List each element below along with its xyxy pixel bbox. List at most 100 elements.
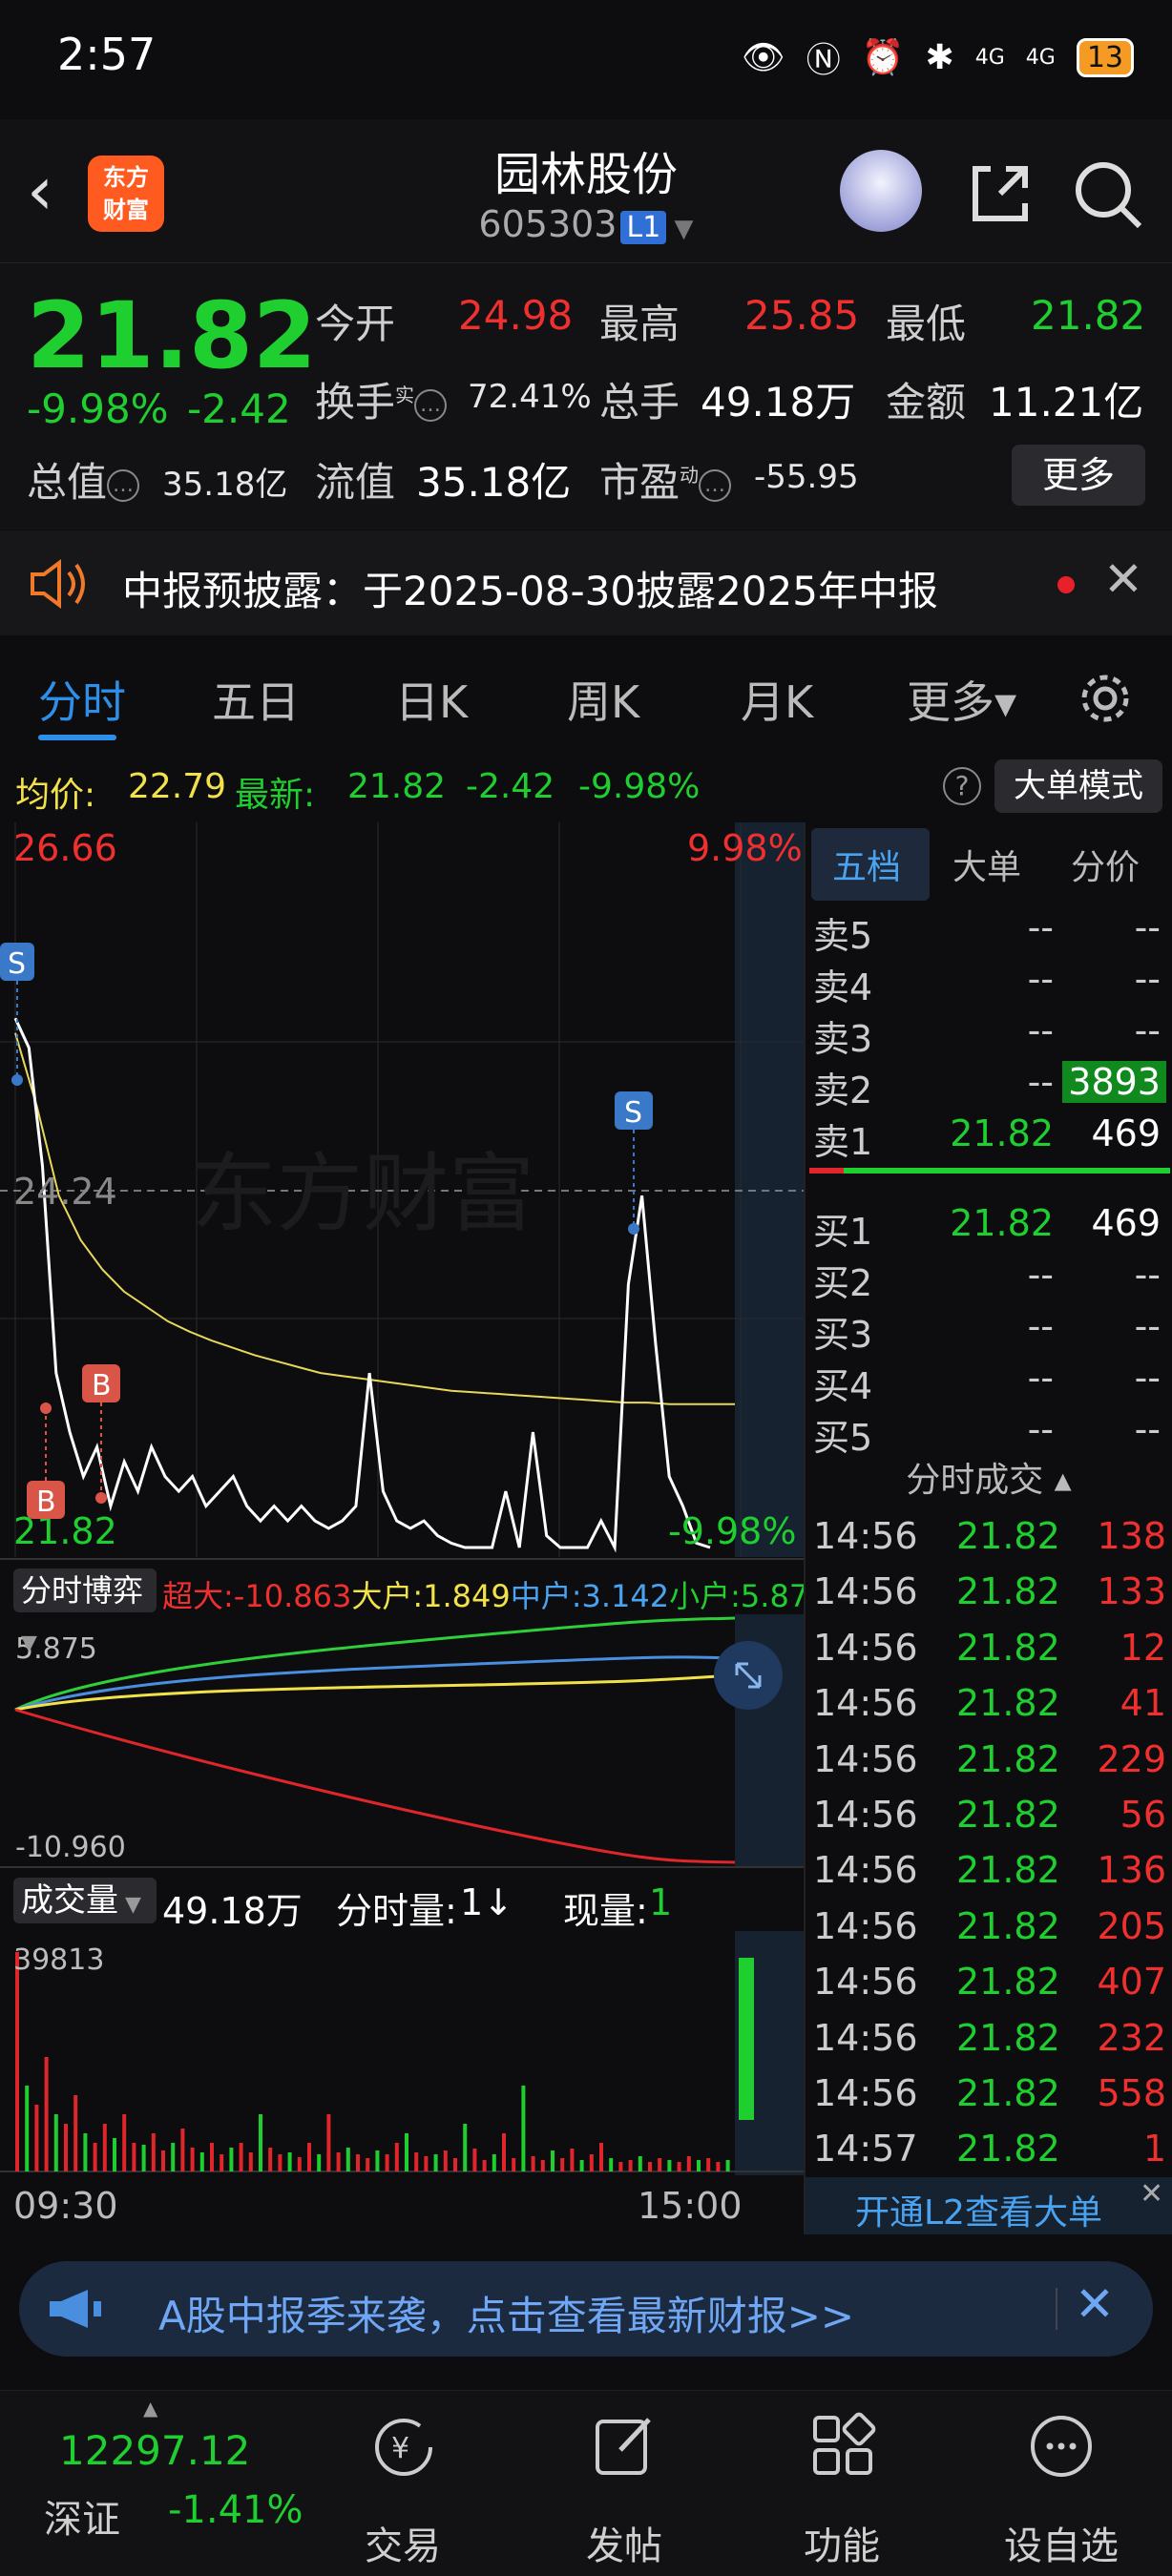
volume-bar <box>725 2160 730 2171</box>
notice-bar[interactable]: 中报预披露：于2025-08-30披露2025年中报 ✕ <box>0 530 1172 635</box>
level-volume: 469 <box>1091 1112 1161 1154</box>
close-icon[interactable]: ✕ <box>1103 551 1143 607</box>
share-icon[interactable] <box>962 156 1038 232</box>
level-label: 卖2 <box>813 1070 873 1111</box>
order-level-row[interactable]: 卖1 21.82 469 <box>806 1109 1172 1163</box>
search-icon[interactable] <box>1069 156 1145 232</box>
volume-bar <box>609 2158 614 2171</box>
volume-bar <box>405 2133 408 2171</box>
order-level-row[interactable]: 买1 21.82 469 <box>806 1198 1172 1253</box>
trade-volume: 12 <box>1120 1626 1166 1669</box>
close-icon[interactable]: ✕ <box>1140 2177 1163 2211</box>
trade-price: 21.82 <box>956 2128 1060 2171</box>
order-level-row[interactable]: 卖5 -- -- <box>806 903 1172 957</box>
trade-icon[interactable]: ¥ <box>368 2412 439 2483</box>
volume-bar <box>248 2152 253 2171</box>
info-icon[interactable]: … <box>107 468 140 502</box>
close-icon[interactable]: ✕ <box>1075 2276 1115 2332</box>
volume-selector[interactable]: 成交量 ▼ <box>13 1878 157 1923</box>
level-badge: L1 <box>620 211 667 244</box>
trades-title[interactable]: 分时成交 ▴ <box>806 1452 1172 1502</box>
volume-bar <box>15 1952 19 2171</box>
bluetooth-icon: ✱ <box>925 37 954 77</box>
latest-change-pct: -9.98% <box>578 767 701 806</box>
index-value[interactable]: 12297.12 <box>59 2427 250 2474</box>
volume-chart[interactable]: 39813 <box>0 1931 804 2175</box>
tab-price-dist[interactable]: 分价 <box>1071 840 1140 889</box>
post-icon[interactable] <box>592 2412 659 2479</box>
volume-bar <box>220 2154 224 2171</box>
info-icon[interactable]: … <box>414 388 448 422</box>
turnover-label: 换手实… <box>315 370 448 428</box>
level-price: -- <box>1027 1009 1054 1051</box>
trade-row: 14:56 21.82 41 <box>806 1676 1172 1732</box>
volume-bar <box>73 2095 78 2171</box>
order-level-row[interactable]: 卖3 -- -- <box>806 1006 1172 1060</box>
volume-bar <box>161 2150 165 2171</box>
volume-bar <box>317 2154 322 2171</box>
intraday-price-chart[interactable]: 东方财富 26.66 9.98% 24.24 21.82 -9.98% S S … <box>0 822 804 1557</box>
l2-link[interactable]: 开通L2查看大单 <box>855 2185 1102 2234</box>
nav-functions[interactable]: 功能 <box>775 2515 909 2570</box>
order-level-row[interactable]: 买4 -- -- <box>806 1353 1172 1407</box>
promo-banner[interactable]: A股中报季来袭，点击查看最新财报>> ✕ <box>19 2261 1153 2357</box>
volume-bar <box>589 2154 594 2171</box>
big-order-mode-button[interactable]: 大单模式 <box>994 759 1162 813</box>
nfc-icon: Ⓝ <box>806 41 841 80</box>
trade-time: 14:56 <box>813 1682 918 1725</box>
trade-volume: 133 <box>1097 1570 1166 1613</box>
apps-icon[interactable] <box>809 2412 876 2479</box>
trade-price: 21.82 <box>956 1849 1060 1892</box>
order-level-row[interactable]: 买2 -- -- <box>806 1250 1172 1304</box>
volume-bar <box>239 2143 243 2171</box>
trade-volume: 41 <box>1120 1682 1166 1725</box>
flow-selector[interactable]: 分时博弈 ▼ <box>13 1568 157 1655</box>
spread-bar <box>809 1168 1170 1174</box>
l2-promo[interactable]: 开通L2查看大单 ✕ <box>806 2177 1172 2234</box>
volume-bar <box>492 2154 496 2171</box>
tab-5day[interactable]: 五日 <box>212 668 300 731</box>
index-name[interactable]: 深证 <box>44 2488 120 2544</box>
level-volume: 469 <box>1091 1202 1161 1244</box>
volume-bar <box>424 2156 429 2171</box>
tab-intraday[interactable]: 分时 <box>38 668 126 731</box>
assistant-robot-icon[interactable] <box>840 150 922 232</box>
eye-icon: 👁 <box>742 38 785 77</box>
order-level-row[interactable]: 买3 -- -- <box>806 1301 1172 1356</box>
tab-weekly-k[interactable]: 周K <box>567 668 639 731</box>
nav-post[interactable]: 发帖 <box>557 2515 691 2570</box>
order-level-row[interactable]: 卖2 -- 3893 <box>806 1057 1172 1111</box>
trade-volume: 205 <box>1097 1904 1166 1947</box>
trade-time: 14:56 <box>813 1961 918 2004</box>
level-label: 卖4 <box>813 966 873 1008</box>
info-icon[interactable]: … <box>699 468 732 502</box>
trade-row: 14:56 21.82 138 <box>806 1509 1172 1565</box>
index-pct[interactable]: -1.41% <box>168 2488 303 2532</box>
volume-bar <box>638 2156 642 2171</box>
gear-icon[interactable] <box>1077 670 1134 727</box>
avg-label: 均价: <box>15 776 96 815</box>
trade-time: 14:56 <box>813 1793 918 1836</box>
tab-monthly-k[interactable]: 月K <box>741 668 813 731</box>
level-price: -- <box>1027 958 1054 1000</box>
volume-bar <box>356 2154 360 2171</box>
trade-price: 21.82 <box>956 1737 1060 1780</box>
level-volume: -- <box>1134 1009 1161 1051</box>
amount-label: 金额 <box>886 379 967 426</box>
tab-big-orders[interactable]: 大单 <box>952 840 1021 889</box>
help-icon[interactable]: ? <box>943 767 981 805</box>
order-level-row[interactable]: 卖4 -- -- <box>806 954 1172 1008</box>
more-button[interactable]: 更多 <box>1012 445 1145 506</box>
tab-five-levels[interactable]: 五档 <box>832 840 901 889</box>
nav-trade[interactable]: 交易 <box>336 2515 470 2570</box>
tab-daily-k[interactable]: 日K <box>395 668 468 731</box>
volume-bar <box>618 2162 623 2171</box>
time-start: 09:30 <box>13 2185 118 2227</box>
tab-more[interactable]: 更多▾ <box>907 668 1016 731</box>
nav-watchlist[interactable]: 设自选 <box>994 2515 1128 2570</box>
watchlist-icon[interactable] <box>1027 2412 1096 2481</box>
chevron-up-icon[interactable]: ▲ <box>143 2397 157 2420</box>
volume-bar <box>385 2154 389 2171</box>
volume-label: 总手 <box>599 379 680 426</box>
order-level-row[interactable]: 买5 -- -- <box>806 1404 1172 1459</box>
